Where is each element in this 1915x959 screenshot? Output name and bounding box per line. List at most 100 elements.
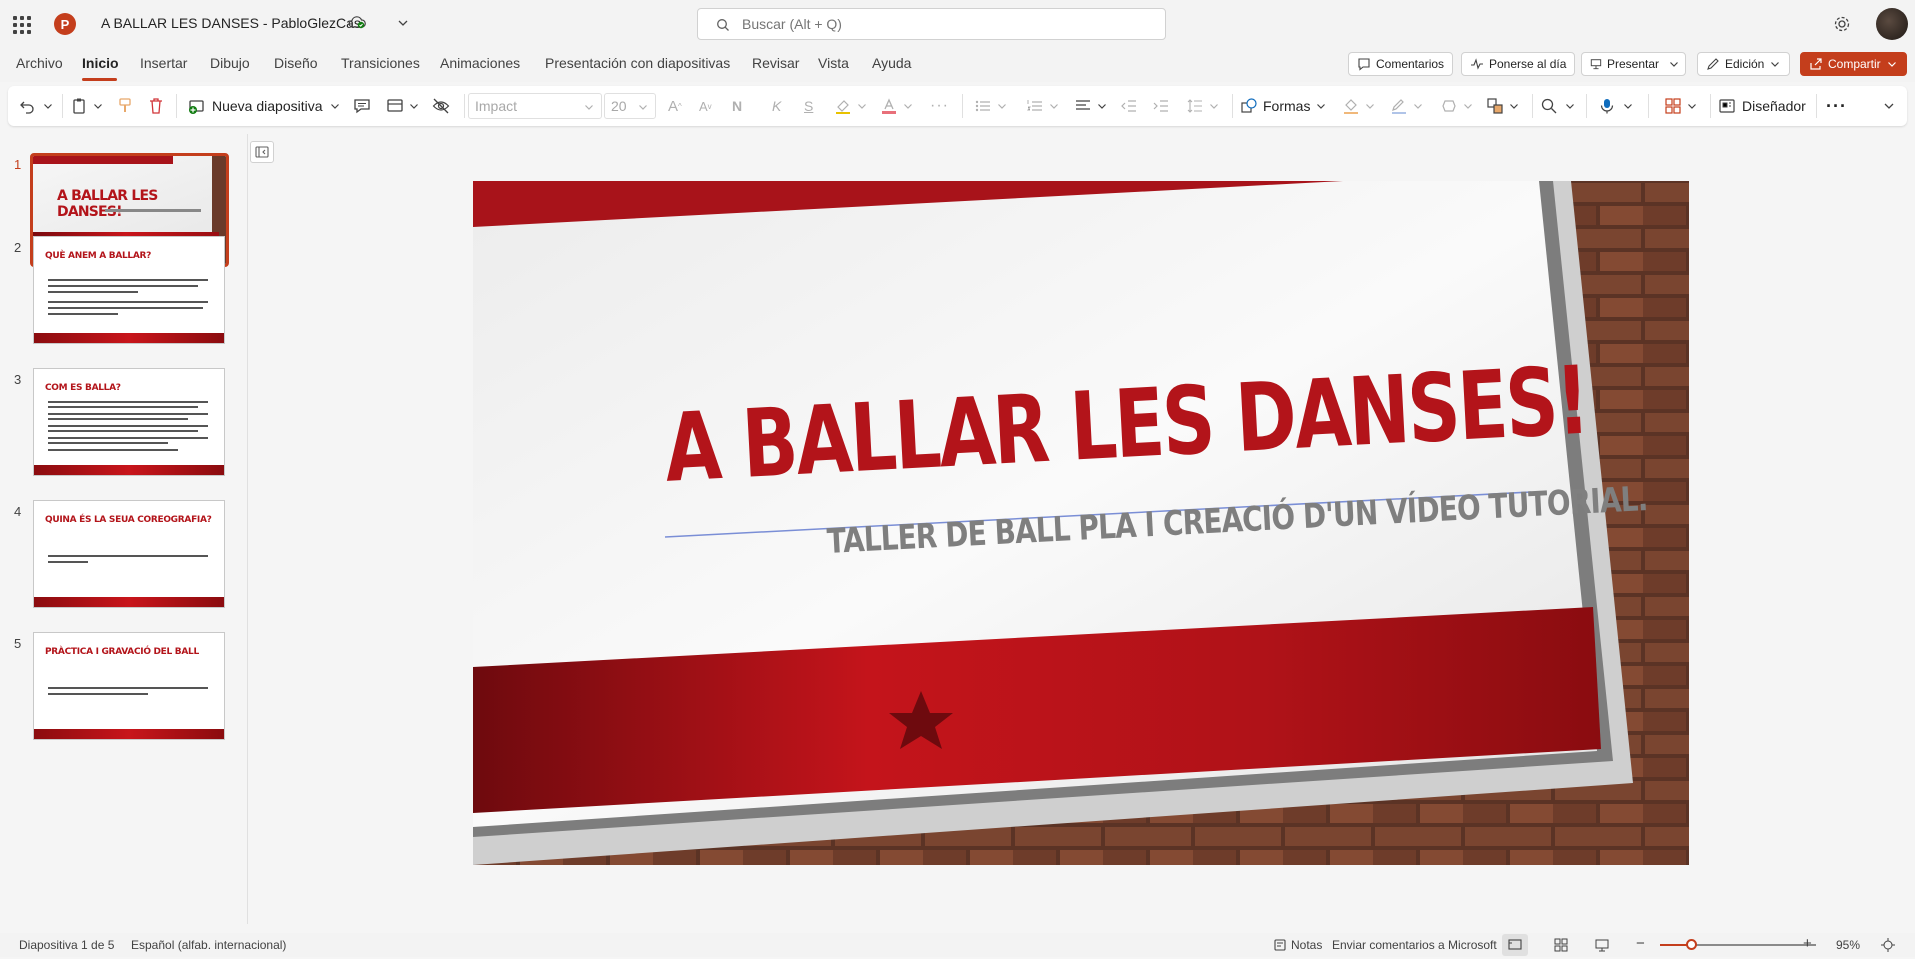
avatar[interactable] (1876, 8, 1908, 40)
chevron-down-icon[interactable] (1668, 58, 1680, 70)
zoom-out-button[interactable]: − (1636, 935, 1645, 952)
tab-inicio[interactable]: Inicio (82, 55, 119, 71)
shape-outline-dropdown[interactable] (1412, 86, 1424, 126)
undo-dropdown[interactable] (42, 86, 54, 126)
format-painter-button[interactable] (117, 86, 133, 126)
italic-button[interactable]: K (772, 86, 781, 126)
slide-sorter-icon[interactable] (1553, 937, 1569, 953)
delete-slide-button[interactable] (148, 86, 164, 126)
notes-icon[interactable] (1273, 938, 1287, 952)
line-spacing-button[interactable] (1186, 86, 1204, 126)
tab-diseno[interactable]: Diseño (274, 55, 318, 71)
increase-indent-button[interactable] (1152, 86, 1170, 126)
cloud-saved-icon[interactable] (348, 15, 366, 29)
document-title[interactable]: A BALLAR LES DANSES - PabloGlezCas (101, 15, 361, 31)
paste-button[interactable] (70, 86, 88, 126)
slide-number: 4 (14, 504, 22, 519)
zoom-percent[interactable]: 95% (1836, 938, 1860, 952)
tab-insertar[interactable]: Insertar (140, 55, 187, 71)
addins-dropdown[interactable] (1686, 86, 1698, 126)
bullets-dropdown[interactable] (996, 86, 1008, 126)
shape-fill-button[interactable] (1342, 86, 1360, 126)
catchup-button[interactable]: Ponerse al día (1461, 52, 1576, 76)
slide-thumbnail-5[interactable]: PRÀCTICA I GRAVACIÓ DEL BALL (33, 632, 225, 740)
decrease-font-button[interactable]: Av (699, 86, 712, 126)
paste-dropdown[interactable] (92, 86, 104, 126)
font-name-select[interactable]: Impact (468, 93, 602, 119)
increase-font-button[interactable]: A ^ (668, 86, 682, 126)
arrange-dropdown[interactable] (1508, 86, 1520, 126)
tab-animaciones[interactable]: Animaciones (440, 55, 520, 71)
editing-mode-button[interactable]: Edición (1697, 52, 1791, 76)
undo-button[interactable] (18, 86, 36, 126)
numbering-dropdown[interactable] (1048, 86, 1060, 126)
fit-to-window-icon[interactable] (1880, 937, 1896, 953)
find-dropdown[interactable] (1564, 86, 1576, 126)
underline-button[interactable]: S (804, 86, 813, 126)
find-button[interactable] (1540, 86, 1558, 126)
bullets-button[interactable] (974, 86, 992, 126)
shape-effects-dropdown[interactable] (1462, 86, 1474, 126)
share-button[interactable]: Compartir (1800, 52, 1907, 76)
more-font-options-button[interactable]: ··· (930, 86, 949, 126)
more-options-button[interactable]: ··· (1826, 86, 1847, 126)
trash-icon (150, 98, 162, 114)
present-button[interactable]: Presentar (1581, 52, 1686, 76)
zoom-in-button[interactable]: + (1803, 935, 1812, 952)
highlight-dropdown[interactable] (856, 86, 868, 126)
align-dropdown[interactable] (1096, 86, 1108, 126)
normal-view-button[interactable] (1502, 934, 1528, 956)
slide-thumbnail-3[interactable]: COM ES BALLA? (33, 368, 225, 476)
search-box[interactable] (697, 8, 1166, 40)
hide-slide-button[interactable] (432, 86, 450, 126)
app-launcher-icon[interactable] (8, 12, 32, 36)
new-slide-button[interactable]: Nueva diapositiva (188, 86, 341, 126)
comments-button[interactable]: Comentarios (1348, 52, 1454, 76)
bold-button[interactable]: N (732, 86, 742, 126)
slide-thumbnail-4[interactable]: QUINA ÉS LA SEUA COREOGRAFIA? (33, 500, 225, 608)
shape-outline-button[interactable] (1390, 86, 1408, 126)
chevron-down-icon[interactable] (396, 16, 410, 30)
numbering-button[interactable] (1026, 86, 1044, 126)
highlight-button[interactable] (834, 86, 852, 126)
tab-transiciones[interactable]: Transiciones (341, 55, 420, 71)
align-button[interactable] (1074, 86, 1092, 126)
language-indicator[interactable]: Español (alfab. internacional) (131, 938, 286, 952)
tab-revisar[interactable]: Revisar (752, 55, 799, 71)
tab-vista[interactable]: Vista (818, 55, 849, 71)
tab-dibujo[interactable]: Dibujo (210, 55, 250, 71)
notes-button[interactable]: Notas (1291, 938, 1322, 952)
tab-presentacion[interactable]: Presentación con diapositivas (545, 55, 730, 71)
decrease-indent-button[interactable] (1120, 86, 1138, 126)
search-input[interactable] (742, 15, 1142, 33)
shape-effects-button[interactable] (1440, 86, 1458, 126)
layout-button[interactable] (386, 86, 404, 126)
font-size-select[interactable]: 20 (604, 93, 656, 119)
thumb-text-line (48, 313, 118, 315)
designer-button[interactable]: Diseñador (1718, 86, 1806, 126)
font-color-button[interactable] (880, 86, 898, 126)
tab-ayuda[interactable]: Ayuda (872, 55, 911, 71)
font-color-dropdown[interactable] (902, 86, 914, 126)
arrange-button[interactable] (1486, 86, 1504, 126)
dictate-dropdown[interactable] (1622, 86, 1634, 126)
reuse-slides-button[interactable] (353, 86, 371, 126)
thumb-text-line (48, 449, 178, 451)
slide-thumbnail-2[interactable]: QUÈ ANEM A BALLAR? (33, 236, 225, 344)
ribbon-collapse-button[interactable] (1882, 86, 1896, 126)
grid-apps-icon (1665, 98, 1681, 114)
zoom-slider-handle[interactable] (1686, 939, 1698, 950)
editing-label: Edición (1725, 57, 1765, 71)
feedback-link[interactable]: Enviar comentarios a Microsoft (1332, 938, 1497, 952)
tab-archivo[interactable]: Archivo (16, 55, 63, 71)
collapse-pane-button[interactable] (250, 141, 274, 163)
addins-button[interactable] (1664, 86, 1682, 126)
dictate-button[interactable] (1598, 86, 1616, 126)
layout-dropdown[interactable] (408, 86, 420, 126)
shapes-button[interactable]: Formas (1240, 86, 1327, 126)
reading-view-icon[interactable] (1594, 937, 1610, 953)
line-spacing-dropdown[interactable] (1208, 86, 1220, 126)
gear-icon[interactable] (1832, 14, 1852, 34)
current-slide[interactable]: A BALLAR LES DANSES! TALLER DE BALL PLA … (473, 181, 1689, 865)
shape-fill-dropdown[interactable] (1364, 86, 1376, 126)
